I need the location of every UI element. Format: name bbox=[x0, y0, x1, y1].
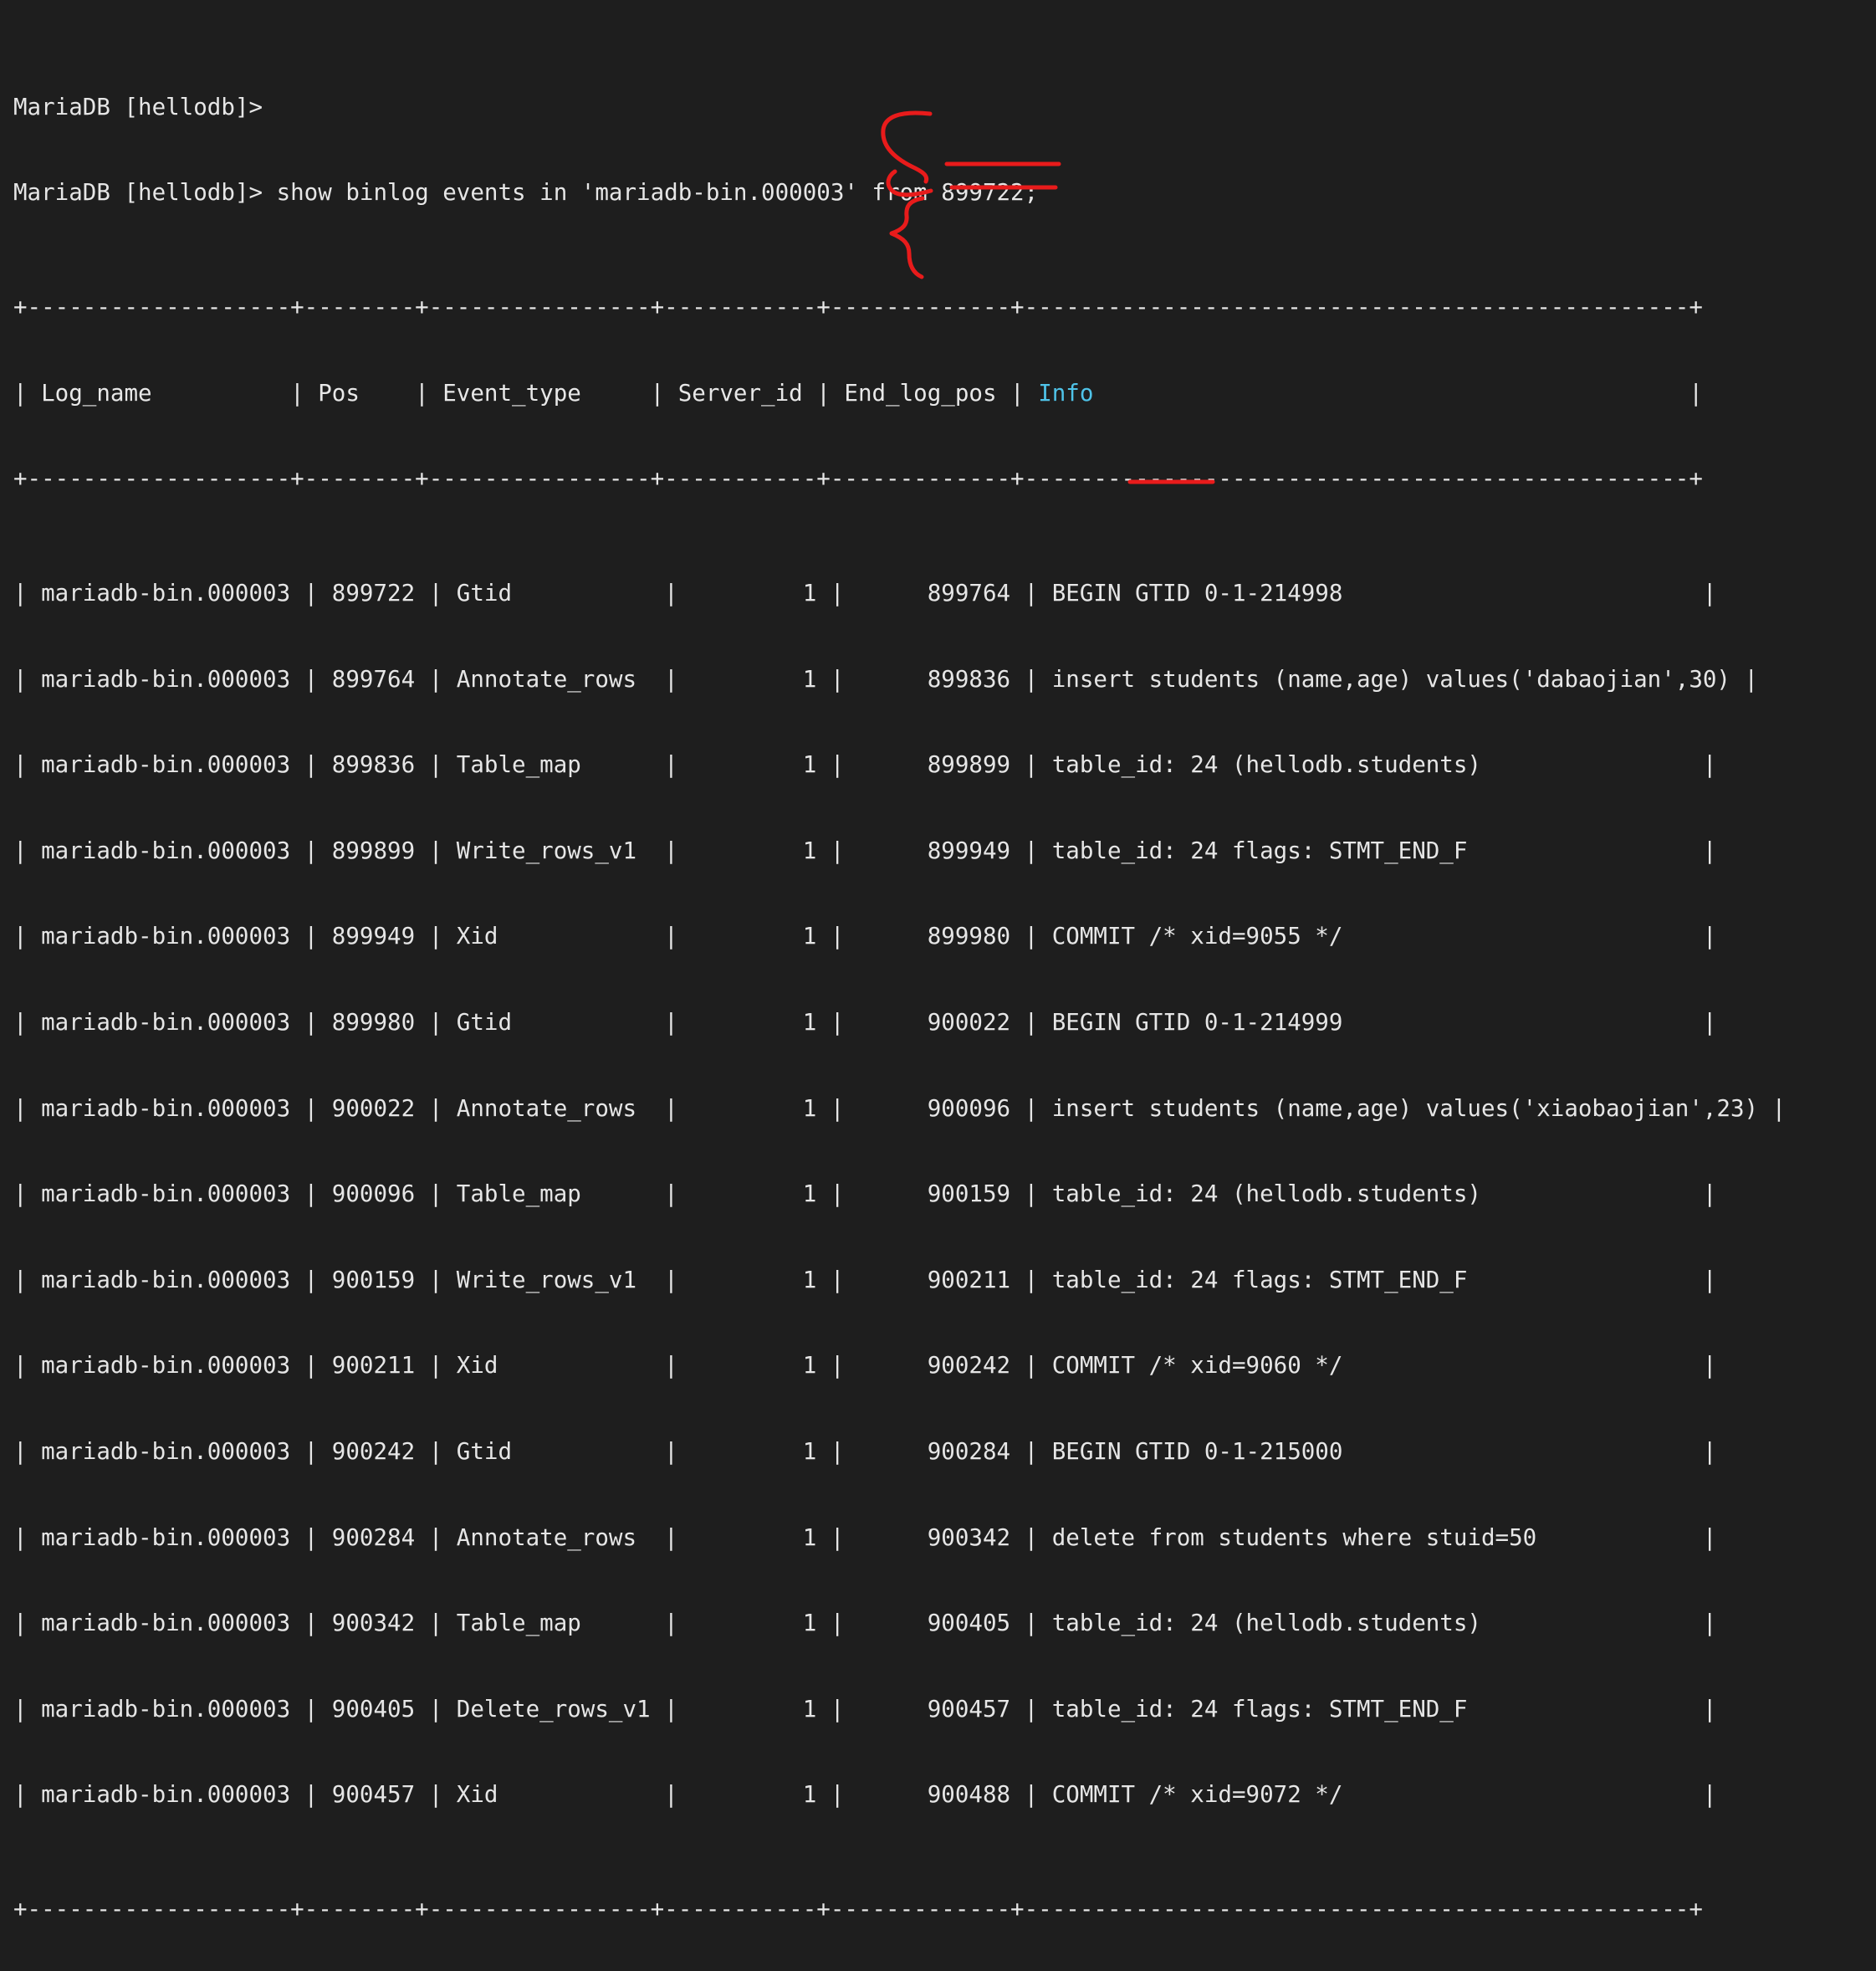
table-row: | mariadb-bin.000003 | 899899 | Write_ro… bbox=[13, 837, 1876, 865]
terminal-window[interactable]: MariaDB [hellodb]> MariaDB [hellodb]> sh… bbox=[0, 0, 1876, 986]
table1-header-right: | bbox=[1093, 380, 1702, 407]
table-row: | mariadb-bin.000003 | 900342 | Table_ma… bbox=[13, 1609, 1876, 1637]
table-row: | mariadb-bin.000003 | 900022 | Annotate… bbox=[13, 1094, 1876, 1123]
command-line-1: MariaDB [hellodb]> show binlog events in… bbox=[13, 178, 1876, 207]
table-row: | mariadb-bin.000003 | 900457 | Xid | 1 … bbox=[13, 1780, 1876, 1809]
table-row: | mariadb-bin.000003 | 900242 | Gtid | 1… bbox=[13, 1437, 1876, 1466]
table1-header-left: | Log_name | Pos | Event_type | Server_i… bbox=[13, 380, 1038, 407]
table1-border-header: +-------------------+--------+----------… bbox=[13, 464, 1876, 493]
annotation-curly-brace bbox=[892, 198, 923, 277]
table-row: | mariadb-bin.000003 | 900096 | Table_ma… bbox=[13, 1180, 1876, 1208]
annotation-brace-upper bbox=[883, 113, 930, 182]
table-row: | mariadb-bin.000003 | 900284 | Annotate… bbox=[13, 1523, 1876, 1552]
table-row: | mariadb-bin.000003 | 900159 | Write_ro… bbox=[13, 1266, 1876, 1294]
table1-header-info: Info bbox=[1038, 380, 1093, 407]
table-row: | mariadb-bin.000003 | 899980 | Gtid | 1… bbox=[13, 1008, 1876, 1037]
table-row: | mariadb-bin.000003 | 899836 | Table_ma… bbox=[13, 750, 1876, 779]
table1-border-top: +-------------------+--------+----------… bbox=[13, 293, 1876, 321]
table1-border-bottom: +-------------------+--------+----------… bbox=[13, 1895, 1876, 1923]
table1-header-row: | Log_name | Pos | Event_type | Server_i… bbox=[13, 379, 1876, 407]
table-row: | mariadb-bin.000003 | 899949 | Xid | 1 … bbox=[13, 922, 1876, 950]
prompt-line-empty: MariaDB [hellodb]> bbox=[13, 93, 1876, 121]
table-row: | mariadb-bin.000003 | 900211 | Xid | 1 … bbox=[13, 1351, 1876, 1380]
table-row: | mariadb-bin.000003 | 899722 | Gtid | 1… bbox=[13, 579, 1876, 607]
table-row: | mariadb-bin.000003 | 899764 | Annotate… bbox=[13, 665, 1876, 694]
table-row: | mariadb-bin.000003 | 900405 | Delete_r… bbox=[13, 1695, 1876, 1723]
